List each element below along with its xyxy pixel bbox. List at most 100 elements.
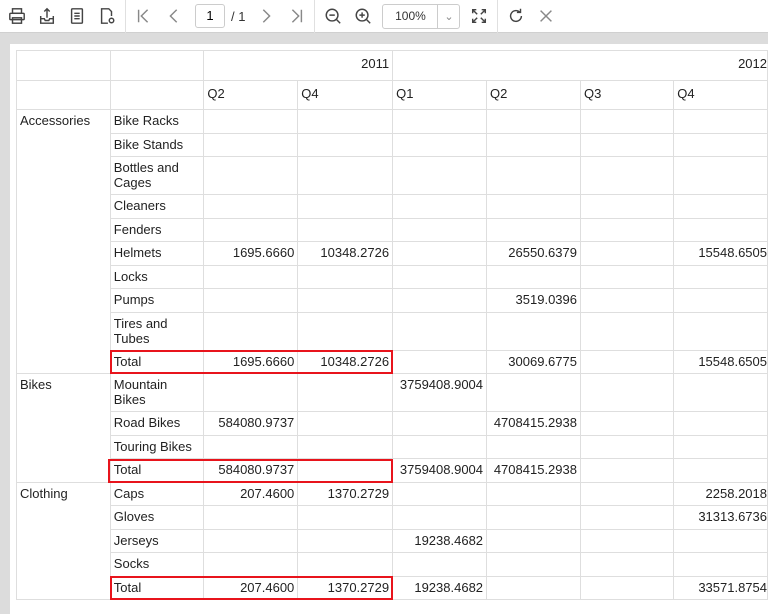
value-cell [392,552,488,577]
export-button[interactable] [32,1,62,31]
table-row: Total 584080.9737 3759408.9004 4708415.2938 [16,458,768,483]
value-cell: 3519.0396 [486,288,581,313]
subcategory-cell: Total [109,349,205,374]
value-cell [297,411,394,436]
refresh-button[interactable] [501,1,531,31]
subcategory-cell: Gloves [109,505,205,530]
value-cell [392,264,488,289]
value-cell: 15548.6505 [673,349,768,374]
value-cell [203,132,299,157]
value-cell [579,575,675,600]
page-total: / 1 [231,8,246,24]
page-number-input[interactable]: 1 [195,4,225,28]
value-cell: 31313.6736 [673,505,768,530]
value-cell [392,411,488,436]
value-cell [297,505,394,530]
last-page-icon [292,9,303,23]
value-cell [486,481,581,506]
value-cell: 1695.6660 [203,241,299,266]
value-cell: 19238.4682 [392,528,488,553]
chevron-left-icon [169,9,178,23]
category-cell [16,194,111,218]
value-cell [203,505,299,530]
value-cell: 10348.2726 [297,241,394,266]
pivot-table: 2011 2012 Q2 Q4 Q1 Q2 Q3 Q4 Accessories Bike R… [16,50,768,600]
category-cell [16,552,111,576]
fit-page-button[interactable] [464,1,494,31]
quarter-header: Q4 [673,80,768,110]
category-cell: Bikes [16,373,111,412]
table-row: Clothing Caps 207.4600 1370.2729 2258.2018 [16,481,768,506]
value-cell [203,311,299,351]
value-cell [673,217,768,242]
category-cell: Accessories [16,109,111,133]
table-row: Total 207.4600 1370.2729 19238.4682 33571.87… [16,575,768,600]
quarter-header: Q3 [579,80,675,110]
value-cell: 3759408.9004 [392,458,488,483]
category-cell [16,529,111,553]
table-row: Cleaners [16,194,768,219]
category-cell [16,458,111,483]
table-row: Fenders [16,217,768,242]
last-page-button[interactable] [281,1,311,31]
value-cell [297,311,394,351]
value-cell [673,194,768,219]
subcategory-cell: Road Bikes [109,411,205,436]
value-cell [673,411,768,436]
value-cell [297,132,394,157]
value-cell [392,109,488,134]
value-cell: 1370.2729 [297,481,394,506]
table-row: Locks [16,264,768,289]
close-icon [540,10,553,22]
value-cell: 4708415.2938 [486,458,581,483]
category-cell [16,505,111,529]
value-cell [203,373,299,412]
value-cell: 33571.8754 [673,575,768,600]
value-cell: 19238.4682 [392,575,488,600]
table-row: Pumps 3519.0396 [16,288,768,313]
refresh-icon [510,8,523,23]
page-setup-button[interactable] [92,1,122,31]
category-cell [16,218,111,242]
value-cell [579,311,675,351]
value-cell: 1370.2729 [297,575,394,600]
fit-page-icon [472,8,487,24]
divider [314,0,316,33]
table-row: Total 1695.6660 10348.2726 30069.6775 15548.… [16,349,768,374]
first-page-button[interactable] [129,1,159,31]
value-cell [203,109,299,134]
previous-page-button[interactable] [159,1,189,31]
value-cell [579,156,675,195]
zoom-out-button[interactable] [318,1,348,31]
document-map-button[interactable] [62,1,92,31]
value-cell [673,156,768,195]
value-cell [579,288,675,313]
zoom-select[interactable]: 100% ⌄ [382,3,461,29]
subcategory-cell: Total [109,458,205,483]
document-icon [70,8,84,24]
value-cell: 10348.2726 [297,349,394,374]
category-cell [16,156,111,195]
chevron-down-icon: ⌄ [437,4,459,28]
value-cell [297,217,394,242]
value-cell [297,264,394,289]
value-cell [297,458,394,483]
quarter-header: Q2 [203,80,299,110]
value-cell [486,109,581,134]
close-button[interactable] [531,1,561,31]
value-cell: 2258.2018 [673,481,768,506]
table-row: Jerseys 19238.4682 [16,528,768,553]
value-cell [297,552,394,577]
first-page-icon [137,9,149,23]
value-cell [673,109,768,134]
value-cell [486,194,581,219]
value-cell [297,288,394,313]
value-cell [579,241,675,266]
category-cell [16,241,111,265]
chevron-right-icon [263,9,272,23]
zoom-in-button[interactable] [348,1,378,31]
print-button[interactable] [2,1,32,31]
value-cell [579,481,675,506]
value-cell [673,132,768,157]
next-page-button[interactable] [251,1,281,31]
